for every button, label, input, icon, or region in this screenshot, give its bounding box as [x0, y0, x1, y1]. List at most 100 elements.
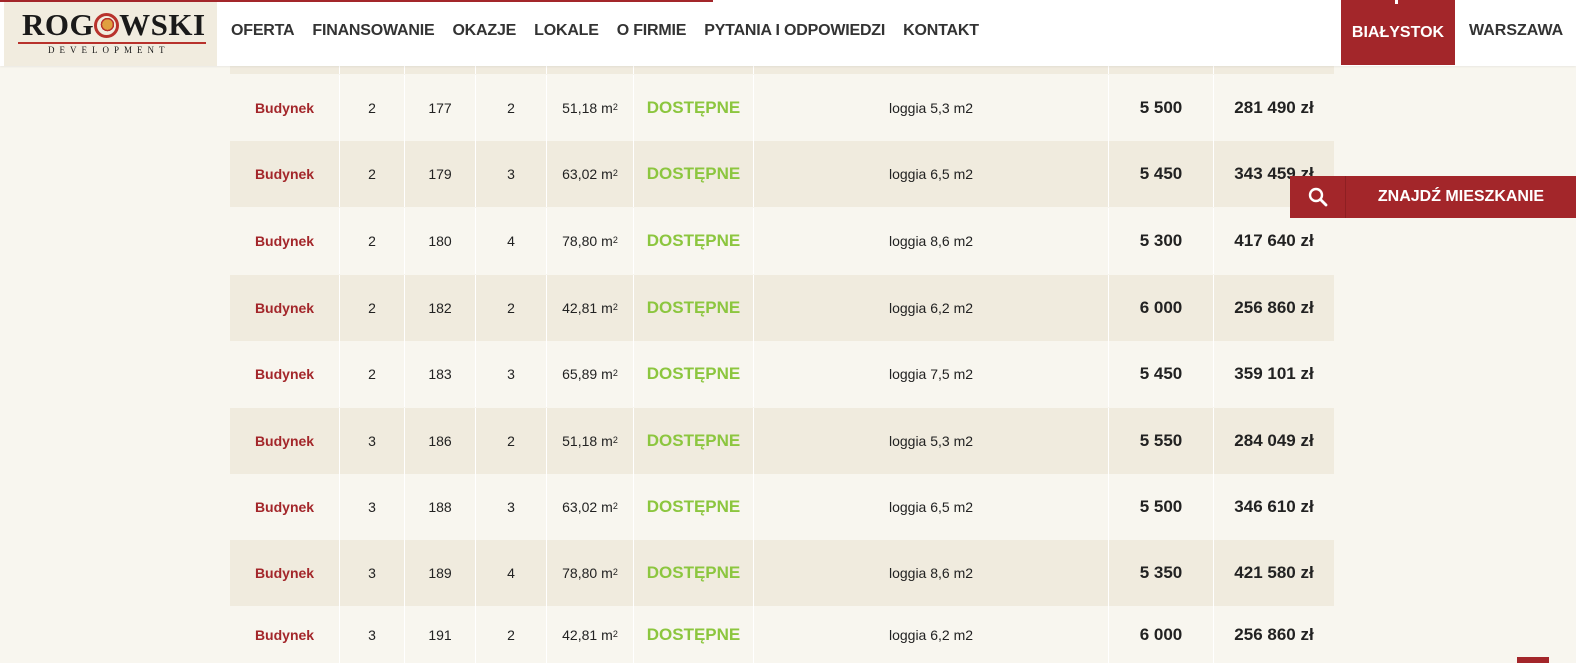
- cell-area: 78,80 m 2: [547, 540, 634, 606]
- area-unit: m: [601, 100, 613, 116]
- cell-price-per-m2: 5 350: [1109, 540, 1214, 606]
- cell-status: DOSTĘPNE: [634, 606, 754, 663]
- apartments-table: Budynek 2 177 2 51,18 m 2 DOSTĘPNE loggia 5,3 m2…: [230, 0, 1334, 663]
- cell-building[interactable]: Budynek: [230, 141, 340, 207]
- cell-rooms: 4: [476, 540, 547, 606]
- scroll-top-tab[interactable]: [1517, 657, 1549, 663]
- site-header: ROG WSKI DEVELOPMENT OFERTA FINANSOWANIE …: [0, 0, 1576, 66]
- cell-floor: 2: [340, 341, 405, 407]
- table-row[interactable]: Budynek 3 188 3 63,02 m 2 DOSTĘPNE loggia 6,5 m2…: [230, 474, 1334, 540]
- cell-price-per-m2: 5 450: [1109, 141, 1214, 207]
- table-row[interactable]: Budynek 2 177 2 51,18 m 2 DOSTĘPNE loggia 5,3 m2…: [230, 75, 1334, 141]
- cell-building[interactable]: Budynek: [230, 341, 340, 407]
- area-unit-exponent: 2: [612, 102, 618, 112]
- area-unit-exponent: 2: [612, 235, 618, 245]
- cell-area: 42,81 m 2: [547, 275, 634, 341]
- cell-floor: 2: [340, 275, 405, 341]
- cell-area: 42,81 m 2: [547, 606, 634, 663]
- cell-building[interactable]: Budynek: [230, 606, 340, 663]
- cell-rooms: 3: [476, 141, 547, 207]
- table-row[interactable]: Budynek 2 182 2 42,81 m 2 DOSTĘPNE loggia 6,2 m2…: [230, 275, 1334, 341]
- cell-price-per-m2: 6 000: [1109, 275, 1214, 341]
- cell-building[interactable]: Budynek: [230, 540, 340, 606]
- cell-status: DOSTĘPNE: [634, 208, 754, 274]
- table-row[interactable]: Budynek 2 180 4 78,80 m 2 DOSTĘPNE loggia 8,6 m2…: [230, 208, 1334, 274]
- area-unit: m: [601, 300, 613, 316]
- top-accent-line: [0, 0, 713, 2]
- area-value: 63,02: [562, 499, 598, 515]
- cell-apartment-number: 180: [405, 208, 476, 274]
- cell-building[interactable]: Budynek: [230, 275, 340, 341]
- cell-status-empty: [634, 66, 754, 74]
- cell-area-empty: [547, 66, 634, 74]
- cell-area: 63,02 m 2: [547, 474, 634, 540]
- nav-item-o-firmie[interactable]: O FIRMIE: [617, 22, 687, 40]
- nav-item-lokale[interactable]: LOKALE: [534, 22, 599, 40]
- cell-extra: loggia 6,5 m2: [754, 141, 1109, 207]
- city-tab-active[interactable]: BIAŁYSTOK: [1341, 0, 1455, 65]
- table-row[interactable]: Budynek 2 183 3 65,89 m 2 DOSTĘPNE loggia 7,5 m2…: [230, 341, 1334, 407]
- table-row[interactable]: Budynek 3 186 2 51,18 m 2 DOSTĘPNE loggia 5,3 m2…: [230, 408, 1334, 474]
- cell-building[interactable]: Budynek: [230, 408, 340, 474]
- area-unit: m: [601, 233, 613, 249]
- area-value: 78,80: [562, 233, 598, 249]
- cell-apartment-number: 186: [405, 408, 476, 474]
- cell-rooms-empty: [476, 66, 547, 74]
- cell-price-per-m2-empty: [1109, 66, 1214, 74]
- table-row[interactable]: Budynek 3 189 4 78,80 m 2 DOSTĘPNE loggia 8,6 m2…: [230, 540, 1334, 606]
- city-tab[interactable]: WARSZAWA: [1469, 22, 1563, 40]
- cell-building[interactable]: Budynek: [230, 75, 340, 141]
- cell-apartment-number: 183: [405, 341, 476, 407]
- cell-apartment-number: 191: [405, 606, 476, 663]
- area-unit-exponent: 2: [612, 302, 618, 312]
- find-apartment-label: ZNAJDŹ MIESZKANIE: [1377, 188, 1545, 205]
- area-unit: m: [601, 626, 613, 643]
- cell-price-per-m2: 5 550: [1109, 408, 1214, 474]
- cell-extra: loggia 6,5 m2: [754, 474, 1109, 540]
- search-icon: [1290, 176, 1346, 218]
- cell-extra: loggia 5,3 m2: [754, 408, 1109, 474]
- cell-apartment-number-empty: [405, 66, 476, 74]
- cell-price-per-m2: 5 300: [1109, 208, 1214, 274]
- logo[interactable]: ROG WSKI DEVELOPMENT: [4, 0, 217, 66]
- cell-rooms: 3: [476, 474, 547, 540]
- table-row[interactable]: Budynek 3 191 2 42,81 m 2 DOSTĘPNE loggia 6,2 m2…: [230, 606, 1334, 663]
- cell-rooms: 3: [476, 341, 547, 407]
- cell-floor: 3: [340, 408, 405, 474]
- cell-price: 346 610 zł: [1234, 497, 1314, 516]
- cell-extra: loggia 6,2 m2: [754, 275, 1109, 341]
- cell-floor: 3: [340, 606, 405, 663]
- nav-item-oferta[interactable]: OFERTA: [231, 22, 295, 40]
- cell-extra: loggia 5,3 m2: [754, 75, 1109, 141]
- cell-price: 284 049 zł: [1234, 431, 1314, 450]
- cell-price: 256 860 zł: [1234, 298, 1314, 317]
- logo-underline: [18, 42, 206, 44]
- cell-price: 421 580 zł: [1234, 563, 1314, 582]
- area-unit: m: [601, 166, 613, 182]
- nav-item-okazje[interactable]: OKAZJE: [452, 22, 516, 40]
- area-unit: m: [601, 565, 613, 581]
- nav-item-faq[interactable]: PYTANIA I ODPOWIEDZI: [704, 22, 885, 40]
- area-value: 51,18: [562, 100, 598, 116]
- cell-apartment-number: 177: [405, 75, 476, 141]
- cell-status: DOSTĘPNE: [634, 75, 754, 141]
- cell-building[interactable]: Budynek: [230, 208, 340, 274]
- cell-status: DOSTĘPNE: [634, 341, 754, 407]
- nav-item-finansowanie[interactable]: FINANSOWANIE: [312, 22, 434, 40]
- cell-rooms: 2: [476, 275, 547, 341]
- cell-area: 63,02 m 2: [547, 141, 634, 207]
- table-row[interactable]: Budynek 2 179 3 63,02 m 2 DOSTĘPNE loggia 6,5 m2…: [230, 141, 1334, 207]
- find-apartment-button[interactable]: ZNAJDŹ MIESZKANIE: [1290, 176, 1576, 218]
- area-unit: m: [601, 499, 613, 515]
- cell-status: DOSTĘPNE: [634, 275, 754, 341]
- main-nav: OFERTA FINANSOWANIE OKAZJE LOKALE O FIRM…: [231, 22, 979, 40]
- cell-floor: 2: [340, 141, 405, 207]
- cell-price-per-m2: 5 500: [1109, 75, 1214, 141]
- area-value: 65,89: [562, 366, 598, 382]
- area-value: 42,81: [562, 626, 598, 643]
- cell-status: DOSTĘPNE: [634, 474, 754, 540]
- area-value: 51,18: [562, 433, 598, 449]
- cell-rooms: 2: [476, 606, 547, 663]
- nav-item-kontakt[interactable]: KONTAKT: [903, 22, 979, 40]
- cell-building[interactable]: Budynek: [230, 474, 340, 540]
